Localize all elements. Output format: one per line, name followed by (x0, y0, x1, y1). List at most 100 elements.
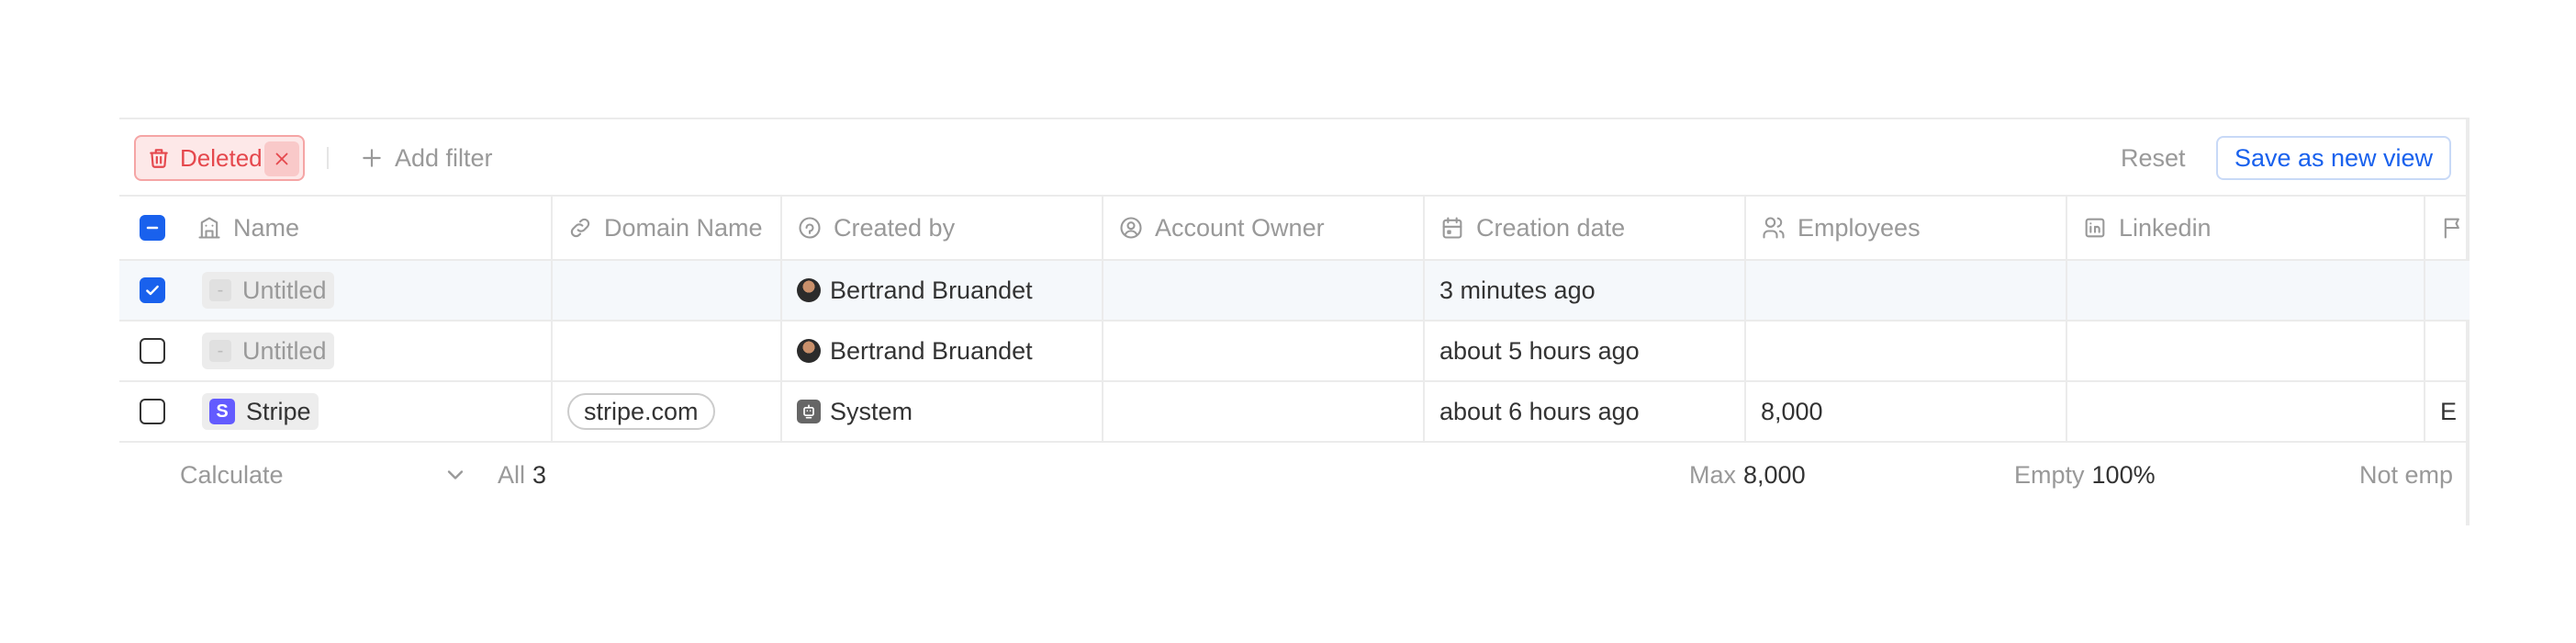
domain-cell[interactable] (553, 261, 782, 320)
add-filter-button[interactable]: Add filter (360, 138, 493, 178)
column-label: Domain Name (604, 213, 763, 242)
created-by-icon (799, 217, 821, 239)
truncated-cell[interactable]: E (2425, 382, 2470, 441)
linkedin-cell[interactable] (2067, 382, 2425, 441)
column-header-creation-date[interactable]: Creation date (1425, 197, 1746, 259)
linkedin-cell[interactable] (2067, 261, 2425, 320)
remove-filter-button[interactable] (264, 141, 299, 176)
record-chip[interactable]: S Stripe (202, 393, 319, 430)
employees-cell[interactable]: 8,000 (1746, 382, 2067, 441)
creation-date-cell[interactable]: about 5 hours ago (1425, 322, 1746, 380)
aggregate-label: Max (1689, 460, 1737, 489)
column-header-account-owner[interactable]: Account Owner (1103, 197, 1425, 259)
aggregate-value: 3 (532, 460, 547, 489)
calculate-dropdown[interactable]: Calculate (180, 443, 284, 507)
column-label: Name (233, 213, 300, 242)
users-icon (1763, 217, 1785, 239)
table-header: Name Domain Name Created by Account Owne… (119, 197, 2470, 261)
name-cell[interactable]: - Untitled (185, 261, 553, 320)
column-label: Account Owner (1155, 213, 1325, 242)
row-checkbox[interactable] (140, 399, 165, 424)
avatar (797, 339, 821, 363)
domain-cell[interactable]: stripe.com (553, 382, 782, 441)
aggregate-value: 100% (2091, 460, 2156, 489)
creation-date-cell[interactable]: about 6 hours ago (1425, 382, 1746, 441)
name-cell[interactable]: - Untitled (185, 322, 553, 380)
linkedin-icon (2085, 218, 2105, 238)
not-empty-aggregate[interactable]: Not emp (2359, 443, 2453, 507)
creator-name: Bertrand Bruandet (830, 336, 1033, 365)
minus-icon (146, 226, 159, 230)
employees-cell[interactable] (1746, 322, 2067, 380)
close-icon (275, 152, 288, 165)
linkedin-cell[interactable] (2067, 322, 2425, 380)
account-owner-cell[interactable] (1103, 261, 1425, 320)
stripe-logo: S (209, 399, 235, 424)
user-circle-icon (1120, 217, 1142, 239)
column-header-truncated[interactable] (2425, 197, 2470, 259)
calculate-label: Calculate (180, 460, 284, 489)
column-header-domain-name[interactable]: Domain Name (553, 197, 782, 259)
creation-date-cell[interactable]: 3 minutes ago (1425, 261, 1746, 320)
row-select-cell (119, 261, 185, 320)
plus-icon (363, 149, 381, 167)
row-checkbox[interactable] (140, 338, 165, 364)
column-header-name[interactable]: Name (185, 197, 553, 259)
created-by-cell[interactable]: Bertrand Bruandet (782, 322, 1103, 380)
created-by-cell[interactable]: Bertrand Bruandet (782, 261, 1103, 320)
flag-icon (2444, 218, 2459, 239)
creator-name: System (830, 397, 913, 425)
record-table-view: Deleted Add filter Reset Save as new vie… (119, 118, 2470, 525)
aggregate-label: All (498, 460, 526, 489)
aggregate-value: 8,000 (1743, 460, 1806, 489)
name-cell[interactable]: S Stripe (185, 382, 553, 441)
record-chip[interactable]: - Untitled (202, 272, 334, 309)
truncated-cell[interactable] (2425, 261, 2470, 320)
truncated-cell[interactable] (2425, 322, 2470, 380)
record-chip[interactable]: - Untitled (202, 333, 334, 369)
row-select-cell (119, 322, 185, 380)
filter-bar: Deleted Add filter Reset Save as new vie… (119, 119, 2470, 197)
placeholder-avatar: - (209, 279, 231, 301)
column-header-linkedin[interactable]: Linkedin (2067, 197, 2425, 259)
created-by-cell[interactable]: System (782, 382, 1103, 441)
building-icon (198, 217, 220, 239)
select-all-cell (119, 197, 185, 259)
select-all-checkbox[interactable] (140, 215, 165, 241)
filter-divider (327, 147, 329, 169)
table-row[interactable]: S Stripe stripe.com System about 6 hours… (119, 382, 2470, 443)
employees-cell[interactable] (1746, 261, 2067, 320)
count-all-aggregate[interactable]: All 3 (498, 443, 546, 507)
column-label: Created by (834, 213, 956, 242)
trash-icon (150, 149, 168, 168)
record-name: Stripe (246, 397, 311, 425)
aggregate-label: Not emp (2359, 460, 2454, 489)
reset-button[interactable]: Reset (2121, 140, 2186, 176)
account-owner-cell[interactable] (1103, 322, 1425, 380)
record-name: Untitled (242, 276, 327, 304)
domain-link[interactable]: stripe.com (567, 393, 715, 430)
column-label: Employees (1798, 213, 1921, 242)
deleted-filter-chip[interactable]: Deleted (134, 135, 305, 181)
record-name: Untitled (242, 336, 327, 365)
table-row[interactable]: - Untitled Bertrand Bruandet 3 minutes a… (119, 261, 2470, 322)
column-header-employees[interactable]: Employees (1746, 197, 2067, 259)
account-owner-cell[interactable] (1103, 382, 1425, 441)
placeholder-avatar: - (209, 340, 231, 362)
save-as-new-view-button[interactable]: Save as new view (2216, 136, 2451, 180)
row-checkbox[interactable] (140, 277, 165, 303)
max-aggregate[interactable]: Max 8,000 (1689, 443, 1806, 507)
empty-aggregate[interactable]: Empty 100% (2014, 443, 2156, 507)
add-filter-label: Add filter (395, 143, 493, 172)
creator-name: Bertrand Bruandet (830, 276, 1033, 304)
column-header-created-by[interactable]: Created by (782, 197, 1103, 259)
chevron-down-icon[interactable] (442, 462, 468, 488)
domain-cell[interactable] (553, 322, 782, 380)
aggregate-footer: Calculate All 3 Max 8,000 Empty 100% Not… (119, 443, 2470, 507)
table-row[interactable]: - Untitled Bertrand Bruandet about 5 hou… (119, 322, 2470, 382)
filter-chip-label: Deleted (180, 143, 263, 172)
aggregate-label: Empty (2014, 460, 2085, 489)
row-select-cell (119, 382, 185, 441)
column-label: Creation date (1476, 213, 1626, 242)
avatar (797, 278, 821, 302)
